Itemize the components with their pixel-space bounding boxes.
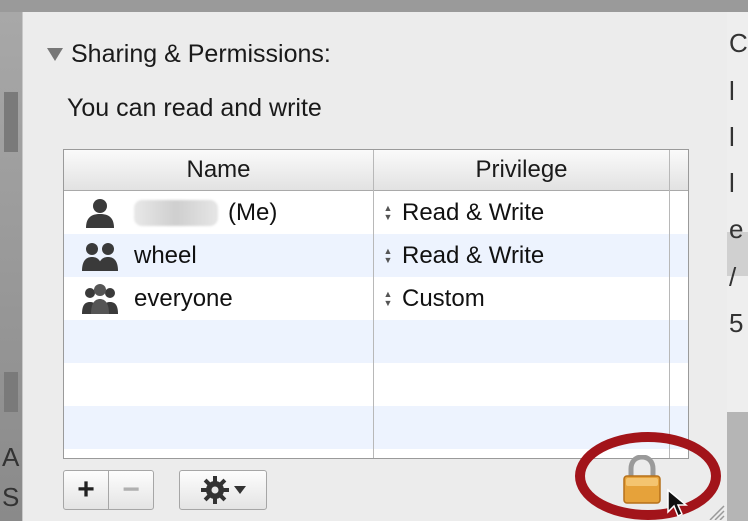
popup-stepper-icon[interactable]: ▲ ▼: [382, 203, 394, 222]
name-cell[interactable]: (Me): [82, 191, 277, 234]
user-suffix: (Me): [228, 198, 278, 226]
permissions-table: Name Privilege (Me) ▲ ▼ Read & Write whe…: [63, 149, 689, 459]
name-cell[interactable]: wheel: [82, 234, 197, 277]
privilege-cell[interactable]: ▲ ▼ Read & Write: [382, 191, 545, 234]
name-cell[interactable]: everyone: [82, 277, 233, 320]
column-header-privilege[interactable]: Privilege: [374, 150, 669, 190]
background-window-top: [0, 0, 748, 12]
chevron-down-icon: [234, 486, 246, 494]
background-right-char: l: [729, 76, 735, 106]
background-left-char: A: [2, 442, 20, 472]
sharing-permissions-header[interactable]: Sharing & Permissions:: [47, 40, 331, 69]
user-name: wheel: [134, 241, 197, 269]
column-header-name[interactable]: Name: [64, 150, 373, 190]
column-divider: [373, 150, 374, 458]
background-right-char: /: [729, 262, 737, 292]
background-right-char: l: [729, 168, 735, 198]
empty-row: [64, 320, 688, 363]
single-user-icon: [86, 198, 114, 228]
background-right-char: C: [729, 28, 748, 58]
lock-icon[interactable]: [620, 455, 664, 505]
mouse-cursor-icon: [667, 488, 688, 518]
background-window-right: C l l l e / 5: [726, 12, 748, 521]
add-user-button[interactable]: +: [64, 471, 108, 509]
empty-row: [64, 363, 688, 406]
column-divider: [669, 150, 670, 458]
privilege-value: Read & Write: [402, 241, 545, 269]
empty-row: [64, 406, 688, 449]
background-window-left: A S: [0, 12, 22, 521]
background-right-char: 5: [729, 308, 744, 338]
redacted-username: [134, 199, 218, 226]
action-menu-button[interactable]: [179, 470, 267, 510]
privilege-cell[interactable]: ▲ ▼ Custom: [382, 277, 485, 320]
background-right-char: e: [729, 214, 744, 244]
resize-grip-icon[interactable]: [704, 500, 726, 520]
table-header: Name Privilege: [64, 150, 688, 191]
permission-status: You can read and write: [67, 94, 322, 122]
popup-stepper-icon[interactable]: ▲ ▼: [382, 246, 394, 265]
disclosure-triangle-icon[interactable]: [47, 48, 63, 61]
popup-stepper-icon[interactable]: ▲ ▼: [382, 289, 394, 308]
background-right-char: l: [729, 122, 735, 152]
remove-user-button[interactable]: −: [108, 471, 153, 509]
gear-icon: [201, 476, 229, 504]
privilege-cell[interactable]: ▲ ▼ Read & Write: [382, 234, 545, 277]
background-left-char: S: [2, 482, 20, 512]
user-name: everyone: [134, 284, 233, 312]
section-title: Sharing & Permissions:: [71, 40, 331, 68]
add-remove-buttons: + −: [63, 470, 154, 510]
privilege-value: Read & Write: [402, 198, 545, 226]
group-icon: [82, 242, 118, 271]
privilege-value: Custom: [402, 284, 485, 312]
everyone-icon: [82, 283, 118, 314]
